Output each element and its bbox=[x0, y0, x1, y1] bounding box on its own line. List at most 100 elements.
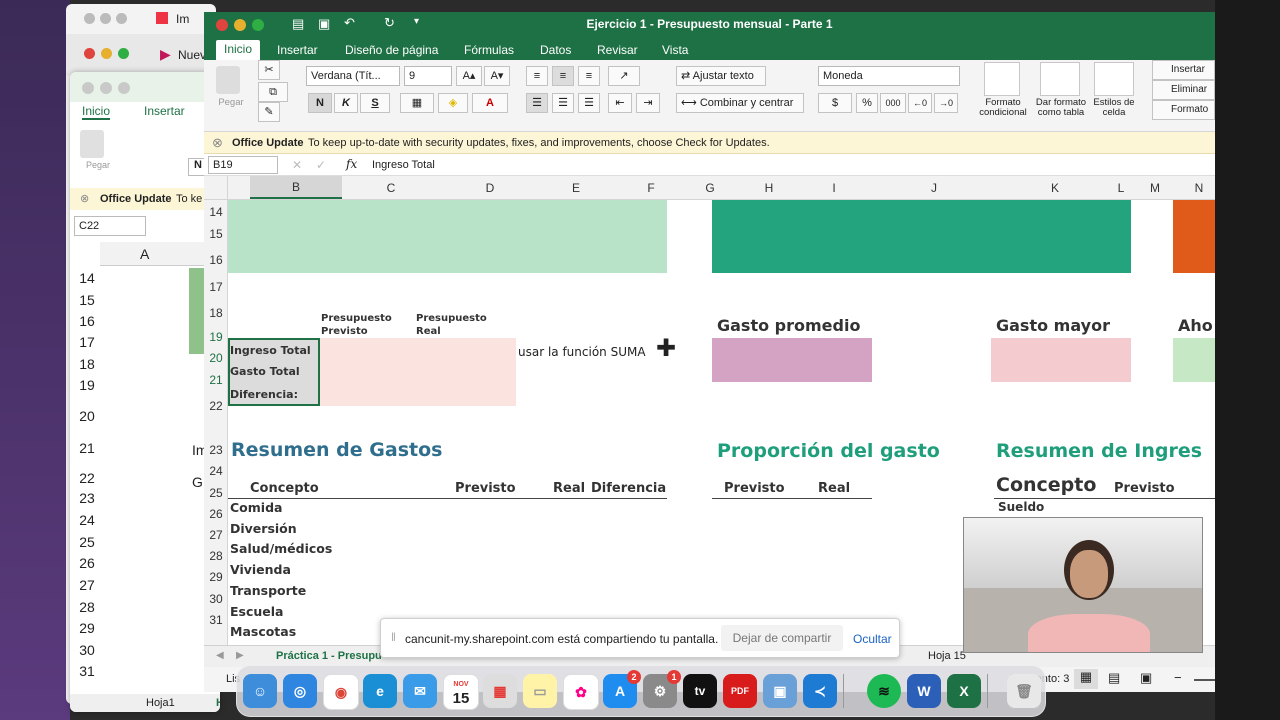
edge-icon[interactable]: e bbox=[363, 674, 397, 708]
row-25[interactable]: 25 bbox=[72, 534, 102, 550]
row-17[interactable]: 17 bbox=[72, 334, 102, 350]
column-b[interactable]: B bbox=[250, 176, 342, 199]
column-c[interactable]: C bbox=[342, 181, 440, 195]
column-i[interactable]: I bbox=[808, 181, 860, 195]
sheet-tab[interactable]: Hoja1 bbox=[146, 697, 175, 709]
drag-handle-icon[interactable]: ‖ bbox=[391, 630, 396, 644]
row-16[interactable]: 16 bbox=[204, 253, 228, 267]
thousands-button[interactable]: 000 bbox=[880, 93, 906, 113]
align-left-icon[interactable]: ☰ bbox=[526, 93, 548, 113]
tab-insertar[interactable]: Insertar bbox=[144, 104, 185, 118]
gasto-item[interactable]: Mascotas bbox=[230, 624, 296, 639]
zoom-out-icon[interactable]: − bbox=[1174, 670, 1182, 685]
minimize-button[interactable] bbox=[101, 48, 112, 59]
merge-center-button[interactable]: ⟷ Combinar y centrar bbox=[676, 93, 804, 113]
row-15[interactable]: 15 bbox=[204, 227, 228, 241]
row-28[interactable]: 28 bbox=[204, 549, 228, 563]
cancel-icon[interactable]: ✕ bbox=[292, 158, 302, 172]
hide-button[interactable]: Ocultar bbox=[853, 632, 892, 646]
row-25[interactable]: 25 bbox=[204, 486, 228, 500]
decrease-font-icon[interactable]: A▾ bbox=[484, 66, 510, 86]
mail-icon[interactable]: ✉ bbox=[403, 674, 437, 708]
row-22[interactable]: 22 bbox=[72, 470, 102, 486]
row-23[interactable]: 23 bbox=[204, 443, 228, 457]
increase-indent-icon[interactable]: ⇥ bbox=[636, 93, 660, 113]
increase-decimal-icon[interactable]: ←0 bbox=[908, 93, 932, 113]
column-h[interactable]: H bbox=[730, 181, 808, 195]
align-right-icon[interactable]: ☰ bbox=[578, 93, 600, 113]
column-d[interactable]: D bbox=[440, 181, 540, 195]
column-j[interactable]: J bbox=[860, 181, 1008, 195]
row-29[interactable]: 29 bbox=[72, 620, 102, 636]
gasto-item[interactable]: Salud/médicos bbox=[230, 541, 332, 556]
fx-icon[interactable]: fx bbox=[346, 157, 357, 171]
photos-icon[interactable]: ✿ bbox=[563, 674, 599, 710]
row-14[interactable]: 14 bbox=[204, 205, 228, 219]
gasto-mayor-cell[interactable] bbox=[991, 338, 1131, 382]
gasto-item[interactable]: Diversión bbox=[230, 521, 297, 536]
vscode-icon[interactable]: ≺ bbox=[803, 674, 837, 708]
currency-button[interactable]: $ bbox=[818, 93, 852, 113]
safari-icon[interactable]: ◎ bbox=[283, 674, 317, 708]
page-layout-icon[interactable]: ▤ bbox=[1108, 670, 1120, 686]
page-break-icon[interactable]: ▣ bbox=[1140, 670, 1152, 686]
tab-title[interactable]: Im bbox=[176, 12, 189, 26]
minimize-button[interactable] bbox=[100, 13, 111, 24]
row-18[interactable]: 18 bbox=[204, 306, 228, 320]
ingreso-item[interactable]: Sueldo bbox=[998, 500, 1044, 514]
row-21[interactable]: 21 bbox=[72, 440, 102, 456]
row-27[interactable]: 27 bbox=[204, 528, 228, 542]
row-24[interactable]: 24 bbox=[72, 512, 102, 528]
tab-datos[interactable]: Datos bbox=[532, 41, 579, 59]
wrap-text-button[interactable]: ⇄ Ajustar texto bbox=[676, 66, 766, 86]
gasto-item[interactable]: Comida bbox=[230, 500, 282, 515]
column-e[interactable]: E bbox=[540, 181, 612, 195]
normal-view-icon[interactable]: ▦ bbox=[1074, 669, 1098, 689]
row-31[interactable]: 31 bbox=[204, 613, 228, 627]
ahorro-cell[interactable] bbox=[1173, 338, 1215, 382]
borders-icon[interactable]: ▦ bbox=[400, 93, 434, 113]
settings-icon[interactable]: ⚙ 1 bbox=[643, 670, 681, 708]
row-31[interactable]: 31 bbox=[72, 663, 102, 679]
font-color-icon[interactable]: A bbox=[472, 93, 508, 113]
number-format-select[interactable]: Moneda bbox=[818, 66, 960, 86]
row-27[interactable]: 27 bbox=[72, 577, 102, 593]
zoom-slider[interactable] bbox=[1194, 679, 1215, 681]
percent-button[interactable]: % bbox=[856, 93, 878, 113]
tab-inicio[interactable]: Inicio bbox=[82, 104, 111, 120]
launchpad-icon[interactable]: ▦ bbox=[483, 674, 517, 708]
spotify-icon[interactable]: ≋ bbox=[867, 674, 901, 708]
close-button[interactable] bbox=[84, 48, 95, 59]
column-l[interactable]: L bbox=[1102, 181, 1140, 195]
bold-button[interactable]: N bbox=[308, 93, 332, 113]
increase-font-icon[interactable]: A▴ bbox=[456, 66, 482, 86]
underline-button[interactable]: S bbox=[360, 93, 390, 113]
scroll-left-icon[interactable]: ◀ bbox=[216, 650, 224, 661]
cell-styles-icon[interactable] bbox=[1094, 62, 1134, 96]
formula-input[interactable]: Ingreso Total bbox=[372, 159, 435, 171]
tab-vista[interactable]: Vista bbox=[654, 41, 696, 59]
tab-revisar[interactable]: Revisar bbox=[589, 41, 646, 59]
minimize-button[interactable] bbox=[100, 82, 112, 94]
align-middle-icon[interactable]: ≡ bbox=[552, 66, 574, 86]
tab-insertar[interactable]: Insertar bbox=[269, 41, 326, 59]
format-button[interactable]: Formato bbox=[1152, 100, 1215, 120]
sheet-tab[interactable]: Hoja 15 bbox=[928, 650, 966, 662]
paste-icon[interactable] bbox=[80, 130, 104, 158]
zoom-button[interactable] bbox=[118, 48, 129, 59]
font-name-select[interactable]: Verdana (Tít... bbox=[306, 66, 400, 86]
row-21[interactable]: 21 bbox=[204, 373, 228, 387]
conditional-format-icon[interactable] bbox=[984, 62, 1020, 96]
apple-tv-icon[interactable]: tv bbox=[683, 674, 717, 708]
column-a[interactable]: A bbox=[140, 246, 149, 262]
stop-sharing-button[interactable]: Dejar de compartir bbox=[721, 625, 843, 651]
row-20[interactable]: 20 bbox=[204, 351, 228, 365]
tab-inicio[interactable]: Inicio bbox=[216, 40, 261, 62]
row-29[interactable]: 29 bbox=[204, 570, 228, 584]
row-23[interactable]: 23 bbox=[72, 490, 102, 506]
close-button[interactable] bbox=[84, 13, 95, 24]
name-box[interactable]: B19 bbox=[208, 156, 278, 174]
pdf-app-icon[interactable]: PDF bbox=[723, 674, 757, 708]
preview-icon[interactable]: ▣ bbox=[763, 674, 797, 708]
decrease-decimal-icon[interactable]: →0 bbox=[934, 93, 958, 113]
